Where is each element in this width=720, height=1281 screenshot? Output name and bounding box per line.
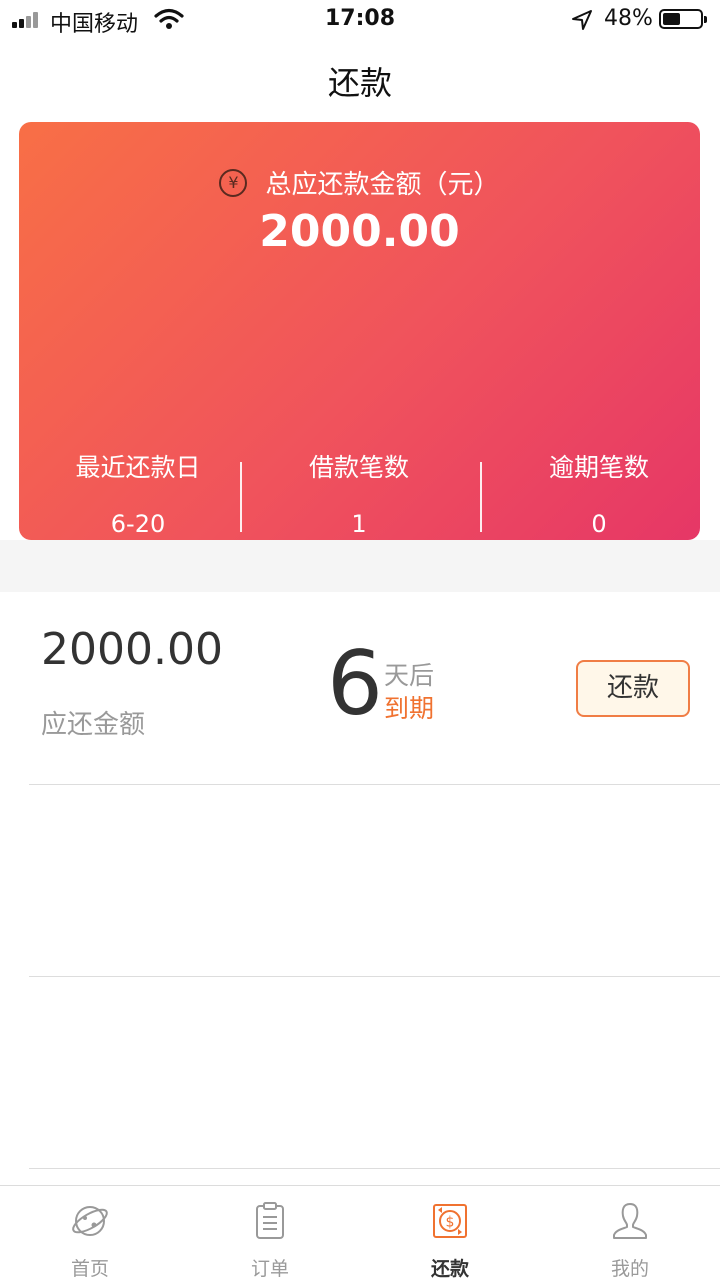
tab-label: 首页 — [70, 1258, 109, 1280]
stat-divider — [240, 462, 242, 532]
total-label-row: ¥ 总应还款金额（元） — [19, 164, 700, 201]
repay-button[interactable]: 还款 — [576, 660, 690, 717]
repayment-summary-card: ¥ 总应还款金额（元） 2000.00 最近还款日 6-20 借款笔数 1 逾期笔… — [19, 122, 700, 540]
due-label: 到期 — [384, 694, 435, 723]
due-days-unit: 天后 — [384, 661, 435, 690]
row-divider — [29, 976, 720, 977]
battery-percentage: 48% — [604, 6, 653, 31]
tab-label: 还款 — [430, 1258, 469, 1280]
tab-label: 我的 — [610, 1258, 649, 1280]
status-bar: 中国移动 17:08 48% — [0, 0, 720, 40]
svg-text:$: $ — [446, 1215, 455, 1231]
stat-overdue-count: 逾期笔数 0 — [499, 448, 699, 538]
page-title: 还款 — [327, 64, 392, 102]
yen-icon: ¥ — [219, 168, 248, 197]
total-label: 总应还款金额（元） — [265, 170, 500, 200]
battery-icon — [659, 9, 707, 29]
planet-icon — [72, 1206, 108, 1236]
tab-bar: 首页 订单 $ 还款 我的 — [0, 1185, 720, 1281]
stat-divider — [480, 462, 482, 532]
stat-value: 0 — [591, 510, 607, 538]
clipboard-icon — [256, 1202, 284, 1239]
tab-home[interactable]: 首页 — [0, 1186, 180, 1281]
tab-label: 订单 — [250, 1258, 289, 1280]
stat-label: 逾期笔数 — [548, 453, 649, 482]
due-days-number: 6 — [327, 632, 383, 735]
stat-value: 6-20 — [110, 510, 166, 538]
row-divider — [29, 784, 720, 785]
stat-latest-due-date: 最近还款日 6-20 — [38, 448, 238, 538]
tab-orders[interactable]: 订单 — [180, 1186, 360, 1281]
row-divider — [29, 1168, 720, 1169]
tab-repayment[interactable]: $ 还款 — [360, 1186, 540, 1281]
section-separator — [0, 540, 720, 592]
bill-amount: 2000.00 — [41, 624, 223, 675]
stat-label: 借款笔数 — [308, 453, 409, 482]
location-arrow-icon — [572, 10, 592, 30]
person-icon — [613, 1203, 647, 1239]
total-amount: 2000.00 — [259, 206, 460, 257]
stat-loan-count: 借款笔数 1 — [259, 448, 459, 538]
stat-label: 最近还款日 — [75, 453, 201, 482]
bill-amount-label: 应还金额 — [41, 710, 146, 740]
stat-value: 1 — [351, 510, 367, 538]
dollar-repay-icon: $ — [433, 1204, 467, 1238]
tab-profile[interactable]: 我的 — [540, 1186, 720, 1281]
